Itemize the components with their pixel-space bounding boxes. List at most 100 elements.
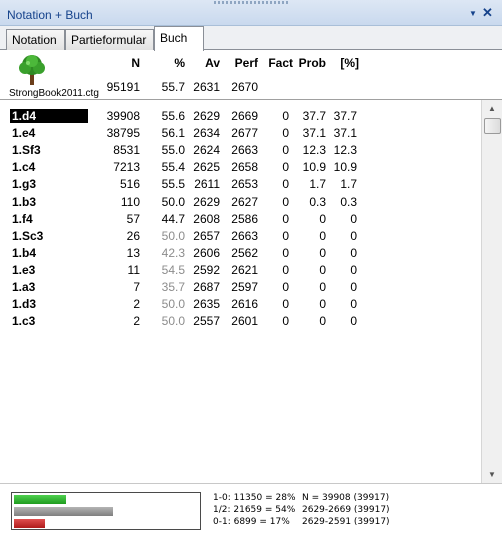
cell-perf: 2616 [231, 297, 258, 311]
move-1sf3[interactable]: 1.Sf3 [12, 143, 41, 157]
col-header-av[interactable]: Av [190, 55, 220, 71]
panel-title: Notation + Buch [7, 8, 93, 22]
cell-fact: 0 [282, 195, 289, 209]
loss-bar [14, 519, 45, 528]
move-1b3[interactable]: 1.b3 [12, 195, 36, 209]
cell-fact: 0 [282, 126, 289, 140]
cell-prob: 0 [319, 263, 326, 277]
cell-percent: 50.0 [161, 229, 185, 243]
move-1g3[interactable]: 1.g3 [12, 177, 36, 191]
panel-titlebar[interactable]: Notation + Buch ▼ ✕ [0, 0, 502, 26]
cell-prob: 1.7 [309, 177, 326, 191]
rating-opp-stat: 2629-2591 (39917) [302, 517, 390, 527]
cell-perf: 2663 [231, 143, 258, 157]
cell-prob: 0 [319, 314, 326, 328]
cell-prob: 0.3 [309, 195, 326, 209]
cell-percent: 50.0 [161, 195, 185, 209]
cell-n: 2 [133, 314, 140, 328]
cell-prob: 0 [319, 229, 326, 243]
cell-prob-percent: 0 [350, 212, 357, 226]
cell-prob: 37.1 [302, 126, 326, 140]
cell-perf: 2562 [231, 246, 258, 260]
cell-prob: 0 [319, 280, 326, 294]
cell-prob: 37.7 [302, 109, 326, 123]
cell-av: 2606 [193, 246, 220, 260]
cell-prob-percent: 0 [350, 314, 357, 328]
cell-prob: 12.3 [302, 143, 326, 157]
col-header-n[interactable]: N [100, 55, 140, 71]
col-header-prob[interactable]: Prob [296, 55, 326, 71]
cell-fact: 0 [282, 280, 289, 294]
tab-partieformular[interactable]: Partieformular [65, 29, 154, 50]
vertical-scrollbar[interactable]: ▲ ▼ [481, 100, 502, 483]
cell-fact: 0 [282, 177, 289, 191]
cell-prob-percent: 0 [350, 263, 357, 277]
result-bar-chart [11, 492, 201, 530]
db-n: 95191 [106, 80, 140, 94]
cell-fact: 0 [282, 314, 289, 328]
cell-n: 7213 [113, 160, 140, 174]
cell-prob-percent: 0 [350, 297, 357, 311]
move-1e3[interactable]: 1.e3 [12, 263, 35, 277]
cell-prob: 10.9 [302, 160, 326, 174]
games-count-stat: N = 39908 (39917) [302, 493, 390, 503]
col-header-fact[interactable]: Fact [266, 55, 293, 71]
move-1f4[interactable]: 1.f4 [12, 212, 33, 226]
cell-fact: 0 [282, 246, 289, 260]
cell-av: 2608 [193, 212, 220, 226]
cell-n: 516 [119, 177, 140, 191]
black-wins-stat: 0-1: 6899 = 17% [213, 517, 290, 527]
pin-dropdown-icon[interactable]: ▼ [469, 9, 477, 19]
cell-percent: 56.1 [161, 126, 185, 140]
cell-perf: 2663 [231, 229, 258, 243]
cell-av: 2629 [193, 109, 220, 123]
cell-n: 39908 [106, 109, 140, 123]
db-percent: 55.7 [161, 80, 185, 94]
col-header-perf[interactable]: Perf [226, 55, 258, 71]
cell-av: 2657 [193, 229, 220, 243]
cell-fact: 0 [282, 229, 289, 243]
cell-n: 7 [133, 280, 140, 294]
cell-prob: 0 [319, 246, 326, 260]
win-bar [14, 495, 66, 504]
move-1c4[interactable]: 1.c4 [12, 160, 35, 174]
move-1e4[interactable]: 1.e4 [12, 126, 35, 140]
cell-av: 2557 [193, 314, 220, 328]
cell-perf: 2677 [231, 126, 258, 140]
tab-notation[interactable]: Notation [6, 29, 65, 50]
move-1b4[interactable]: 1.b4 [12, 246, 36, 260]
col-header-percent[interactable]: % [155, 55, 185, 71]
cell-prob-percent: 10.9 [333, 160, 357, 174]
cell-n: 11 [127, 263, 140, 277]
scroll-thumb[interactable] [484, 118, 501, 134]
cell-perf: 2586 [231, 212, 258, 226]
db-perf: 2670 [231, 80, 258, 94]
scroll-up-icon[interactable]: ▲ [482, 100, 502, 117]
move-1d3[interactable]: 1.d3 [12, 297, 36, 311]
cell-n: 38795 [106, 126, 140, 140]
cell-prob: 0 [319, 212, 326, 226]
cell-av: 2624 [193, 143, 220, 157]
cell-n: 13 [126, 246, 140, 260]
tab-buch[interactable]: Buch [154, 26, 204, 51]
scroll-down-icon[interactable]: ▼ [482, 466, 502, 483]
move-1d4[interactable]: 1.d4 [10, 109, 88, 123]
draws-stat: 1/2: 21659 = 54% [213, 505, 296, 515]
cell-perf: 2627 [231, 195, 258, 209]
cell-prob-percent: 37.1 [333, 126, 357, 140]
cell-fact: 0 [282, 143, 289, 157]
cell-percent: 44.7 [161, 212, 185, 226]
close-icon[interactable]: ✕ [482, 6, 493, 19]
cell-perf: 2669 [231, 109, 258, 123]
cell-percent: 42.3 [161, 246, 185, 260]
cell-av: 2611 [194, 177, 220, 191]
move-1c3[interactable]: 1.c3 [12, 314, 35, 328]
cell-n: 57 [126, 212, 140, 226]
col-header-prob-percent[interactable]: [%] [333, 55, 359, 71]
drag-grip[interactable] [214, 1, 288, 4]
tree-icon [19, 55, 45, 85]
move-1sc3[interactable]: 1.Sc3 [12, 229, 43, 243]
cell-percent: 54.5 [161, 263, 185, 277]
move-1a3[interactable]: 1.a3 [12, 280, 35, 294]
cell-prob: 0 [319, 297, 326, 311]
